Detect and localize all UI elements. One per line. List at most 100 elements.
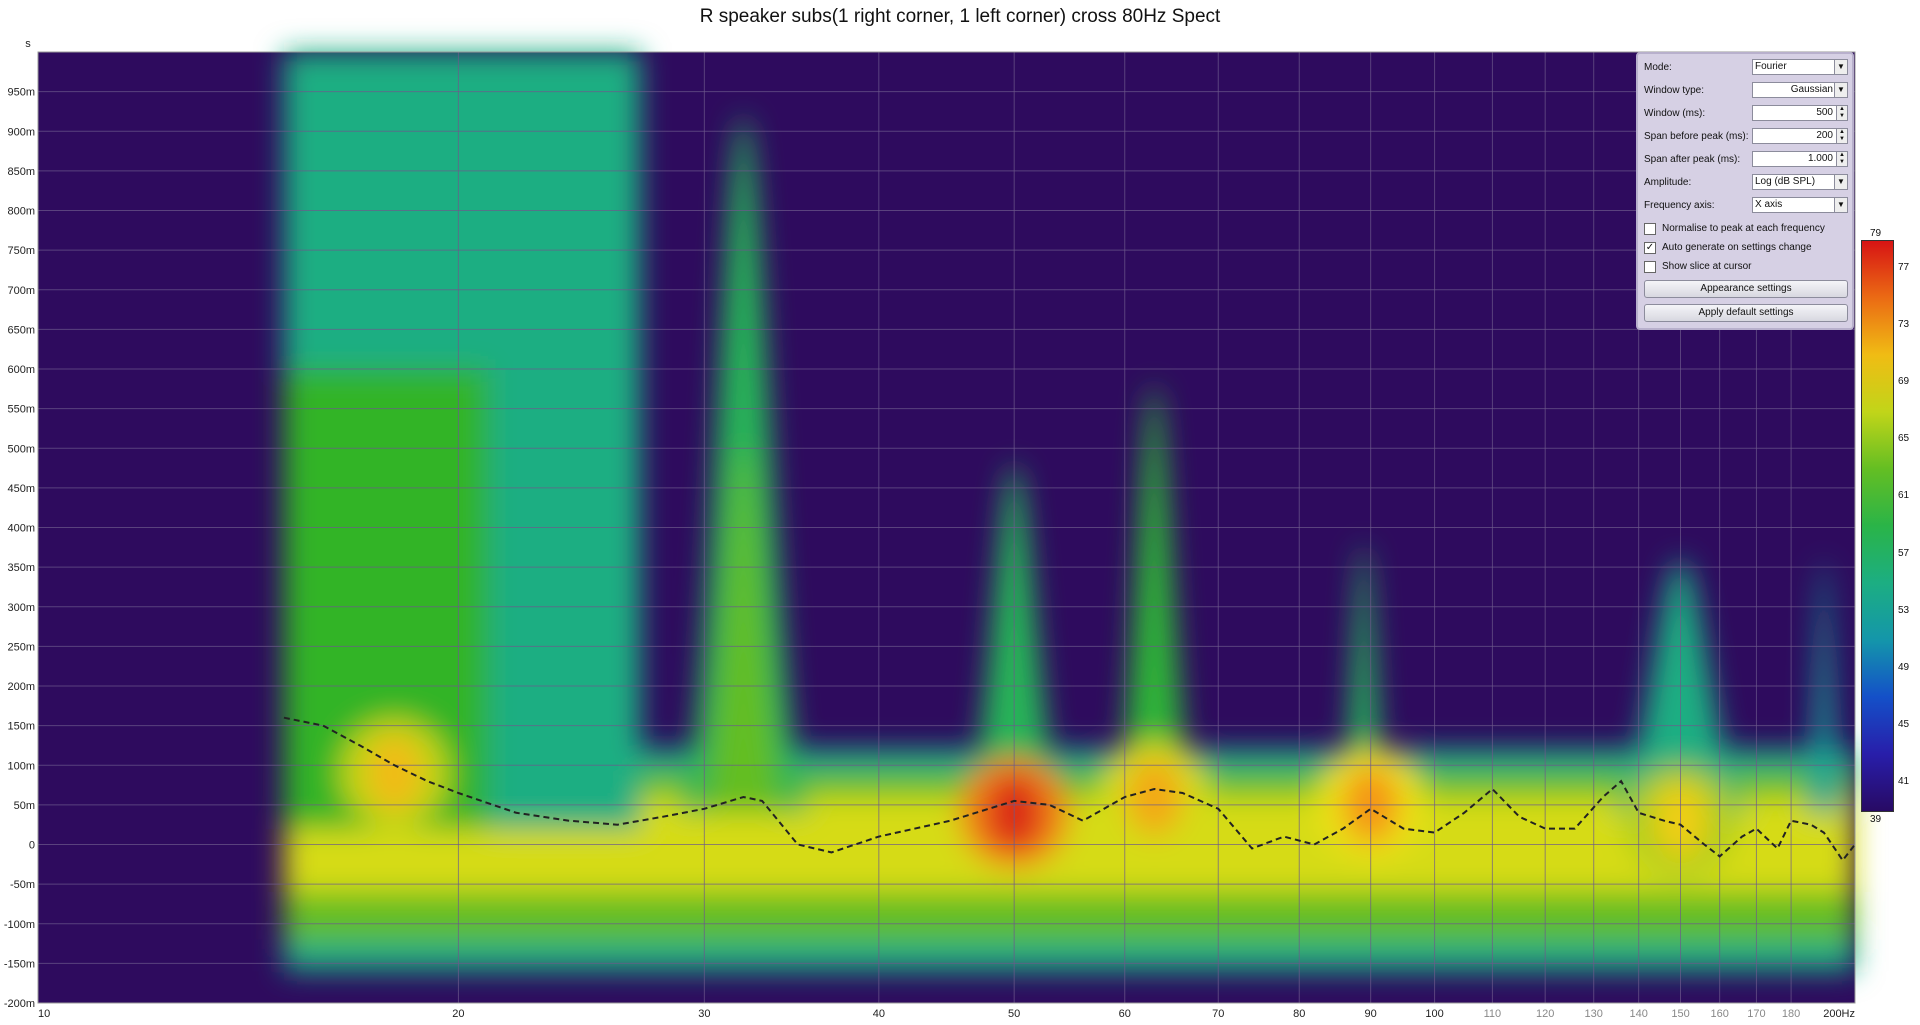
y-tick-label: 250m xyxy=(7,641,35,653)
y-tick-label: -200m xyxy=(4,998,35,1010)
peak-core-2 xyxy=(1126,758,1183,835)
x-tick-label: 170 xyxy=(1747,1008,1765,1020)
mode-row: Mode: Fourier ▼ xyxy=(1644,59,1848,77)
frequency-axis-label: Frequency axis: xyxy=(1644,200,1715,211)
x-tick-label: 20 xyxy=(452,1008,464,1020)
y-axis-unit-label: s xyxy=(25,38,31,50)
window-type-select[interactable]: Gaussian ▼ xyxy=(1752,82,1848,98)
spinner-icon[interactable]: ▲ ▼ xyxy=(1836,106,1847,120)
x-tick-label: 70 xyxy=(1212,1008,1224,1020)
mode-value: Fourier xyxy=(1755,61,1787,72)
x-tick-label: 50 xyxy=(1008,1008,1020,1020)
colorbar-tick-label: 77 xyxy=(1898,261,1910,273)
colorbar-tick-label: 73 xyxy=(1898,318,1910,330)
spectrogram-chart: 10 20 30 40 50 60 70 80 90 100 110 120 130 140 150 160 1… xyxy=(4,38,1856,1020)
x-tick-label: 150 xyxy=(1671,1008,1689,1020)
chevron-down-icon[interactable]: ▼ xyxy=(1834,60,1847,74)
colorbar-tick-label: 65 xyxy=(1898,433,1910,445)
x-tick-label: 30 xyxy=(698,1008,710,1020)
peak-core-0 xyxy=(366,735,423,812)
frequency-axis-row: Frequency axis: X axis ▼ xyxy=(1644,197,1848,215)
amplitude-select[interactable]: Log (dB SPL) ▼ xyxy=(1752,174,1848,190)
x-tick-label: 60 xyxy=(1119,1008,1131,1020)
colorbar-max-label: 79 xyxy=(1870,228,1882,239)
x-tick-label: 110 xyxy=(1484,1008,1502,1020)
show-slice-label: Show slice at cursor xyxy=(1662,261,1752,272)
x-tick-label: 40 xyxy=(873,1008,885,1020)
amplitude-label: Amplitude: xyxy=(1644,177,1692,188)
window-type-value: Gaussian xyxy=(1790,84,1833,95)
spinner-icon[interactable]: ▲ ▼ xyxy=(1836,152,1847,166)
y-tick-label: 0 xyxy=(29,840,35,852)
y-tick-label: -100m xyxy=(4,919,35,931)
span-after-row: Span after peak (ms): 1.000 ▲ ▼ xyxy=(1644,151,1848,169)
colorbar-tick-label: 49 xyxy=(1898,662,1910,673)
settings-panel: Mode: Fourier ▼ Window type: Gaussian ▼ Wi… xyxy=(1636,52,1854,330)
colorbar-tick-label: 41 xyxy=(1898,776,1910,788)
span-before-label: Span before peak (ms): xyxy=(1644,131,1749,142)
show-slice-checkbox[interactable] xyxy=(1644,261,1656,273)
span-after-label: Span after peak (ms): xyxy=(1644,154,1741,165)
y-tick-label: 900m xyxy=(7,126,35,138)
span-before-row: Span before peak (ms): 200 ▲ ▼ xyxy=(1644,128,1848,146)
frequency-axis-select[interactable]: X axis ▼ xyxy=(1752,197,1848,213)
y-tick-label: -50m xyxy=(10,879,35,891)
window-ms-row: Window (ms): 500 ▲ ▼ xyxy=(1644,105,1848,123)
y-tick-label: -150m xyxy=(4,958,35,970)
span-after-value: 1.000 xyxy=(1807,153,1833,164)
y-tick-label: 750m xyxy=(7,245,35,257)
colorbar-tick-label: 53 xyxy=(1898,604,1910,616)
window-type-row: Window type: Gaussian ▼ xyxy=(1644,82,1848,100)
y-tick-label: 550m xyxy=(7,404,35,416)
colorbar-tick-label: 57 xyxy=(1898,547,1910,559)
y-tick-label: 150m xyxy=(7,721,35,733)
frequency-axis-value: X axis xyxy=(1755,199,1783,210)
chevron-down-icon[interactable]: ▼ xyxy=(1834,198,1847,212)
y-tick-label: 850m xyxy=(7,166,35,178)
x-tick-label: 200Hz xyxy=(1823,1008,1855,1020)
span-after-stepper[interactable]: 1.000 ▲ ▼ xyxy=(1752,151,1848,167)
y-tick-label: 50m xyxy=(14,800,35,812)
x-tick-label: 120 xyxy=(1536,1008,1554,1020)
chevron-down-icon[interactable]: ▼ xyxy=(1834,175,1847,189)
mode-select[interactable]: Fourier ▼ xyxy=(1752,59,1848,75)
spinner-icon[interactable]: ▲ ▼ xyxy=(1836,129,1847,143)
y-tick-label: 300m xyxy=(7,602,35,614)
colorbar-tick-label: 45 xyxy=(1898,719,1910,731)
y-tick-label: 100m xyxy=(7,760,35,772)
amplitude-row: Amplitude: Log (dB SPL) ▼ xyxy=(1644,174,1848,192)
y-tick-label: 200m xyxy=(7,681,35,693)
x-tick-label: 90 xyxy=(1365,1008,1377,1020)
y-tick-label: 700m xyxy=(7,285,35,297)
colorbar-tick-label: 69 xyxy=(1898,376,1910,387)
apply-default-settings-button[interactable]: Apply default settings xyxy=(1644,304,1848,322)
colorbar xyxy=(1861,240,1894,812)
colorbar-tick-label: 61 xyxy=(1898,490,1910,502)
chevron-down-icon[interactable]: ▼ xyxy=(1834,83,1847,97)
normalise-label: Normalise to peak at each frequency xyxy=(1662,223,1825,234)
window-ms-value: 500 xyxy=(1816,107,1833,118)
normalise-checkbox[interactable] xyxy=(1644,223,1656,235)
chart-title: R speaker subs(1 right corner, 1 left co… xyxy=(699,6,1221,27)
x-tick-label: 160 xyxy=(1710,1008,1728,1020)
y-tick-label: 950m xyxy=(7,87,35,99)
x-tick-label: 140 xyxy=(1629,1008,1647,1020)
y-tick-label: 400m xyxy=(7,523,35,535)
span-before-value: 200 xyxy=(1816,130,1833,141)
appearance-settings-button[interactable]: Appearance settings xyxy=(1644,280,1848,298)
x-tick-label: 10 xyxy=(38,1008,50,1020)
y-tick-label: 600m xyxy=(7,364,35,376)
y-tick-label: 450m xyxy=(7,483,35,495)
colorbar-min-label: 39 xyxy=(1870,814,1882,825)
x-tick-label: 100 xyxy=(1425,1008,1443,1020)
x-tick-label: 180 xyxy=(1782,1008,1800,1020)
window-type-label: Window type: xyxy=(1644,85,1705,96)
span-before-stepper[interactable]: 200 ▲ ▼ xyxy=(1752,128,1848,144)
y-tick-label: 350m xyxy=(7,562,35,574)
y-tick-label: 800m xyxy=(7,206,35,218)
mode-label: Mode: xyxy=(1644,62,1672,73)
auto-generate-checkbox[interactable]: ✓ xyxy=(1644,242,1656,254)
y-tick-label: 500m xyxy=(7,443,35,455)
window-ms-label: Window (ms): xyxy=(1644,108,1706,119)
window-ms-stepper[interactable]: 500 ▲ ▼ xyxy=(1752,105,1848,121)
